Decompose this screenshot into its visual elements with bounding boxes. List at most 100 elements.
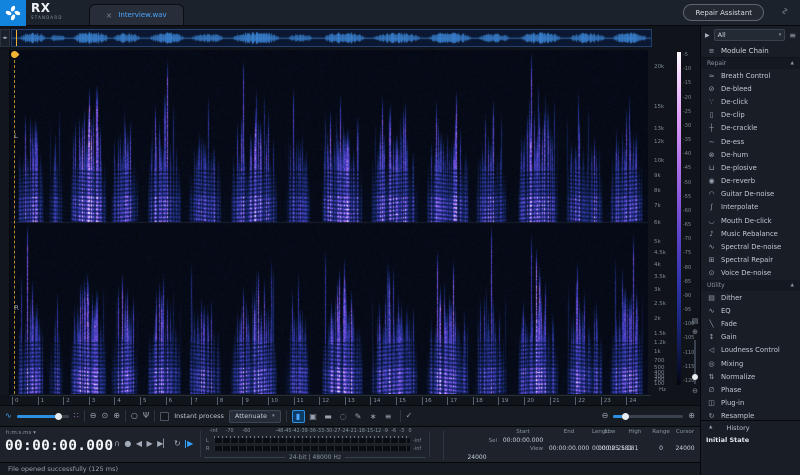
module-item-de-click[interactable]: ∵De-click: [701, 95, 800, 108]
time-format-selector[interactable]: h:m:s.ms ▾: [6, 430, 36, 436]
vertical-zoom-out-icon[interactable]: ⊖: [690, 386, 700, 397]
find-similar-tool[interactable]: ≡: [382, 410, 395, 423]
waveform-spectrogram-blend-slider[interactable]: [17, 415, 69, 418]
apply-check-button[interactable]: ✓: [406, 412, 413, 420]
zoom-out-time-button[interactable]: ⊖: [90, 412, 97, 420]
history-item-initial-state[interactable]: Initial State: [701, 434, 800, 446]
lasso-selection-tool[interactable]: ◌: [337, 410, 350, 423]
playhead-line[interactable]: [14, 60, 15, 394]
wand-selection-tool[interactable]: ∗: [367, 410, 380, 423]
overview-playhead[interactable]: [16, 30, 17, 46]
module-item-spectral-de-noise[interactable]: ∿Spectral De-noise: [701, 240, 800, 253]
module-item-eq[interactable]: ∿EQ: [701, 304, 800, 317]
section-header-utility[interactable]: Utility▲: [701, 280, 800, 291]
freq-label: 4k: [654, 262, 661, 268]
waveform-view-icon[interactable]: ∿: [5, 412, 12, 420]
frequency-selection-tool[interactable]: ▬: [322, 410, 335, 423]
module-filter-dropdown[interactable]: All ▾: [714, 29, 786, 41]
module-item-normalize[interactable]: ⇅Normalize: [701, 370, 800, 383]
freq-label: 7k: [654, 203, 661, 209]
brush-selection-tool[interactable]: ✎: [352, 410, 365, 423]
spectrogram-view-icon[interactable]: ∷: [74, 412, 79, 420]
overview-waveform[interactable]: [11, 29, 652, 47]
module-item-de-bleed[interactable]: ⊘De-bleed: [701, 82, 800, 95]
cell-view-4[interactable]: 24000: [674, 445, 696, 452]
ruler-tick: 14: [370, 397, 380, 405]
module-item-music-rebalance[interactable]: ♪Music Rebalance: [701, 227, 800, 240]
module-item-fade[interactable]: ╲Fade: [701, 317, 800, 330]
module-item-gain[interactable]: ↕Gain: [701, 331, 800, 344]
horizontal-zoom-out-icon[interactable]: ⊖: [602, 412, 609, 420]
collapse-icon[interactable]: ▲: [709, 425, 712, 430]
vertical-zoom-control[interactable]: ▤ ⊕ ⊖: [690, 316, 700, 404]
rewind-button[interactable]: ◀: [136, 440, 142, 448]
fast-forward-button[interactable]: ▶▏: [157, 440, 169, 448]
transport-controls: ∩ ● ◀ ▶ ▶▏ ↻ ▶: [114, 440, 193, 448]
section-header-repair[interactable]: Repair▲: [701, 58, 800, 69]
fft-grid-icon[interactable]: ▤: [690, 316, 700, 327]
module-item-spectral-repair[interactable]: ⊞Spectral Repair: [701, 254, 800, 267]
spectrogram-canvas[interactable]: [10, 50, 648, 394]
module-item-phase[interactable]: ∅Phase: [701, 383, 800, 396]
module-item-plug-in[interactable]: ◫Plug-in: [701, 397, 800, 410]
module-item-dither[interactable]: ▤Dither: [701, 291, 800, 304]
instant-process-label: Instant process: [174, 412, 224, 420]
overview-waveform-canvas[interactable]: [12, 30, 651, 46]
time-ruler[interactable]: 0123456789101112131415161718192021222324: [10, 395, 651, 405]
module-item-mixing[interactable]: ◎Mixing: [701, 357, 800, 370]
record-button[interactable]: ●: [124, 440, 131, 448]
time-frequency-selection-tool[interactable]: ▣: [307, 410, 320, 423]
vertical-zoom-in-icon[interactable]: ⊕: [690, 327, 700, 338]
loop-button[interactable]: ↻: [174, 440, 181, 448]
cell-view-3[interactable]: 0: [648, 445, 674, 452]
history-header[interactable]: ▲ History: [701, 421, 800, 434]
meter-scale-label: -48: [275, 429, 283, 434]
module-item-interpolate[interactable]: ∫Interpolate: [701, 201, 800, 214]
module-item-guitar-de-noise[interactable]: ◠Guitar De-noise: [701, 188, 800, 201]
module-item-de-clip[interactable]: ▯De-clip: [701, 109, 800, 122]
overview-scroll-handle[interactable]: ◂▸: [0, 29, 10, 47]
file-tab[interactable]: × Interview.wav: [89, 4, 184, 25]
process-mode-dropdown[interactable]: Attenuate ▾: [229, 410, 281, 423]
module-item-voice-de-noise[interactable]: ⊙Voice De-noise: [701, 267, 800, 280]
module-item-breath-control[interactable]: ≈Breath Control: [701, 69, 800, 82]
collapse-icon[interactable]: ▲: [791, 283, 794, 288]
module-item-de-plosive[interactable]: ⊔De-plosive: [701, 161, 800, 174]
module-item-de-reverb[interactable]: ◉De-reverb: [701, 175, 800, 188]
time-selection-tool[interactable]: ▮: [292, 410, 305, 423]
signal-flow-icon[interactable]: ∿: [779, 7, 789, 15]
module-item-mouth-de-click[interactable]: ◡Mouth De-click: [701, 214, 800, 227]
repair-assistant-button[interactable]: Repair Assistant: [683, 4, 764, 21]
time-display[interactable]: 00:00:00.000: [5, 438, 113, 454]
module-chain-item[interactable]: ≡ Module Chain: [701, 44, 800, 58]
module-item-de-hum[interactable]: ⊗De-hum: [701, 148, 800, 161]
module-item-de-crackle[interactable]: ┼De-crackle: [701, 122, 800, 135]
module-item-loudness-control[interactable]: ◁Loudness Control: [701, 344, 800, 357]
monitor-button[interactable]: ∩: [114, 440, 120, 448]
zoom-selection-button[interactable]: ⊕: [113, 412, 120, 420]
meter-scale-label: -70: [226, 429, 234, 434]
loop-selection-button[interactable]: ▶: [185, 440, 193, 448]
horizontal-zoom-slider[interactable]: [613, 415, 683, 418]
vertical-zoom-handle[interactable]: [692, 374, 698, 380]
hand-tool[interactable]: Ψ: [143, 412, 149, 420]
horizontal-zoom-in-icon[interactable]: ⊕: [688, 412, 695, 420]
collapse-icon[interactable]: ▲: [791, 61, 794, 66]
preview-play-icon[interactable]: ▶: [705, 32, 710, 39]
play-button[interactable]: ▶: [147, 440, 153, 448]
spectrogram-view[interactable]: L R: [10, 50, 648, 394]
cell-sel-0[interactable]: 00:00:00.000: [500, 437, 546, 444]
freq-label: 1.5k: [654, 331, 666, 337]
zoom-all-button[interactable]: ⊙: [102, 412, 109, 420]
cell-view-0[interactable]: 00:00:00.000: [546, 445, 592, 452]
cell-view-2[interactable]: 00:00:25.181: [598, 445, 622, 452]
instant-process-checkbox[interactable]: [160, 412, 169, 421]
menu-icon[interactable]: ≡: [789, 31, 796, 40]
meter-readout: -inf: [413, 438, 421, 444]
vertical-zoom-slider[interactable]: [694, 340, 696, 384]
module-item-de-ess[interactable]: ∼De-ess: [701, 135, 800, 148]
tab-close-icon[interactable]: ×: [106, 11, 113, 20]
magnifier-tool[interactable]: ○: [131, 412, 138, 420]
cell-view-5[interactable]: 24000: [454, 454, 500, 461]
module-item-resample[interactable]: ↻Resample: [701, 410, 800, 420]
